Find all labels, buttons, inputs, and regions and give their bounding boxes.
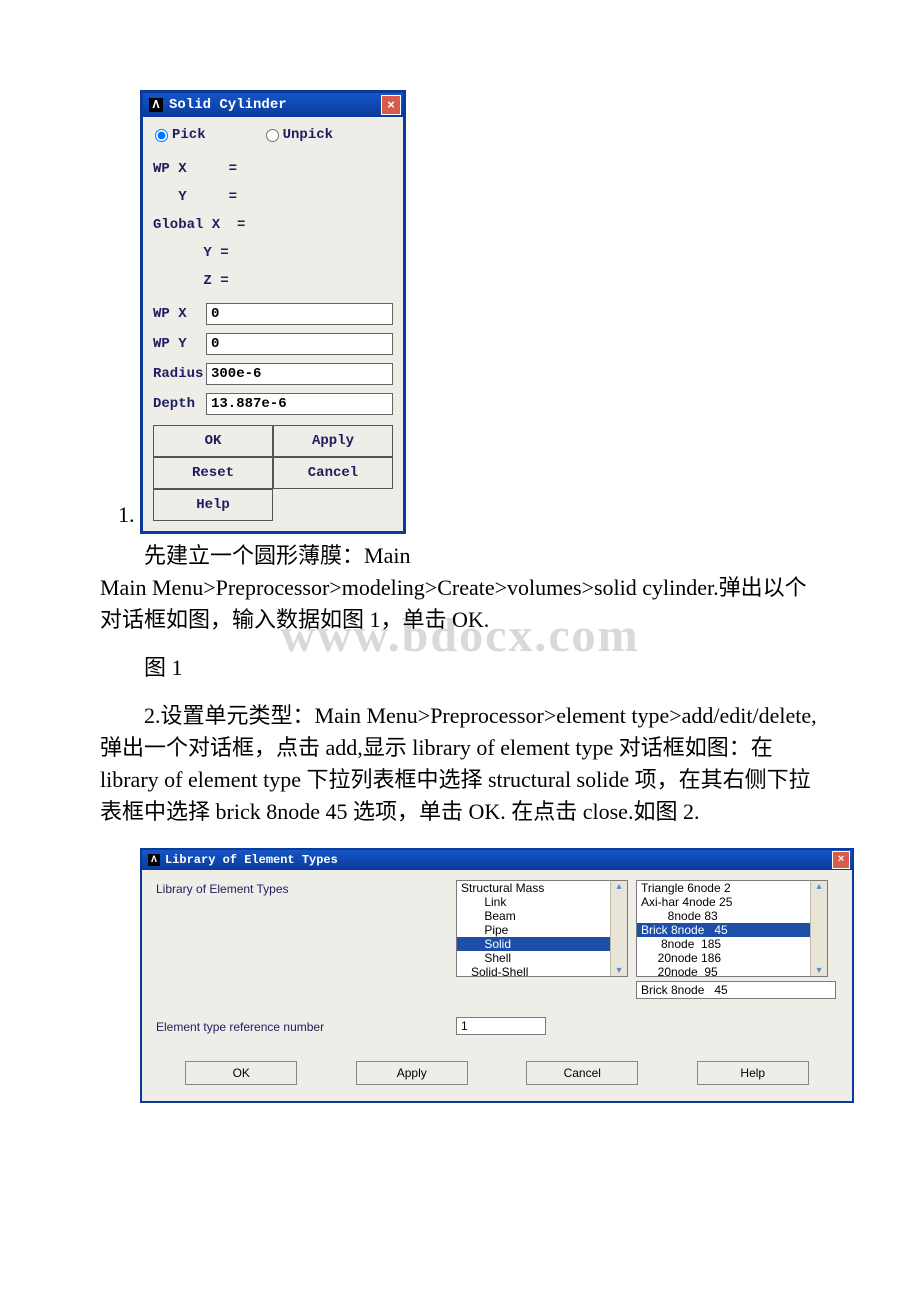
list-item[interactable]: Shell [457,951,627,965]
dialog2-titlebar: Λ Library of Element Types × [142,850,852,870]
dialog-solid-cylinder: Λ Solid Cylinder × Pick Unpick WP X [140,90,406,534]
dialog1-title: Solid Cylinder [169,97,287,113]
ok-button[interactable]: OK [185,1061,297,1085]
list-item[interactable]: Beam [457,909,627,923]
wpy-input[interactable] [206,333,393,355]
cancel-button[interactable]: Cancel [526,1061,638,1085]
ref-number-label: Element type reference number [156,1018,456,1034]
wpx-input[interactable] [206,303,393,325]
library-label: Library of Element Types [156,880,456,896]
dialog2-title: Library of Element Types [165,853,338,867]
para2-head: 2.设置单元类型： [144,703,315,728]
unpick-radio-label: Unpick [283,127,333,143]
wpx-label: WP X [153,306,206,322]
dialog-library-element-types: Λ Library of Element Types × Library of … [140,848,854,1103]
radius-input[interactable] [206,363,393,385]
depth-label: Depth [153,396,206,412]
close-icon[interactable]: × [832,851,850,869]
coord-wpx: WP X = [153,155,393,183]
para1-intro: 先建立一个圆形薄膜： [144,543,364,568]
ansys-logo-icon: Λ [148,854,160,866]
coord-wpy: Y = [153,183,393,211]
unpick-radio[interactable]: Unpick [266,127,333,143]
cancel-button[interactable]: Cancel [273,457,393,489]
list-item[interactable]: 8node 185 [637,937,827,951]
list-item[interactable]: Axi-har 4node 25 [637,895,827,909]
pick-radio-label: Pick [172,127,206,143]
unpick-radio-input[interactable] [266,129,279,142]
scrollbar[interactable]: ▴▾ [610,881,627,976]
list-item[interactable]: 8node 83 [637,909,827,923]
para1-menu-path2: Main Menu>Preprocessor>modeling>Create>v… [100,575,719,600]
radius-label: Radius [153,366,206,382]
figure1-number: 1. [118,502,135,528]
scroll-up-icon[interactable]: ▴ [816,881,821,892]
para2-tail: 弹出一个对话框，点击 add,显示 library of element typ… [100,735,811,824]
help-button[interactable]: Help [697,1061,809,1085]
help-button[interactable]: Help [153,489,273,521]
apply-button[interactable]: Apply [356,1061,468,1085]
list-item[interactable]: Structural Mass [457,881,627,895]
pick-radio[interactable]: Pick [155,127,206,143]
close-icon[interactable]: × [381,95,401,115]
ansys-logo-icon: Λ [149,98,163,112]
list-item[interactable]: Solid-Shell [457,965,627,977]
category-listbox[interactable]: Structural Mass Link Beam Pipe Solid She… [456,880,628,977]
scroll-down-icon[interactable]: ▾ [616,965,621,976]
apply-button[interactable]: Apply [273,425,393,457]
ref-number-input[interactable] [456,1017,546,1035]
scrollbar[interactable]: ▴▾ [810,881,827,976]
list-item[interactable]: Triangle 6node 2 [637,881,827,895]
para1-menu-path: Main [364,543,410,568]
figure1-caption: 图 1 [100,652,820,684]
coord-gx: Global X = [153,211,393,239]
coord-gy: Y = [153,239,393,267]
wpy-label: WP Y [153,336,206,352]
list-item[interactable]: 20node 186 [637,951,827,965]
scroll-up-icon[interactable]: ▴ [616,881,621,892]
coord-gz: Z = [153,267,393,295]
element-listbox[interactable]: Triangle 6node 2Axi-har 4node 25 8node 8… [636,880,828,977]
scroll-down-icon[interactable]: ▾ [816,965,821,976]
coord-readout: WP X = Y = Global X = Y = Z = [153,155,393,295]
list-item[interactable]: 20node 95 [637,965,827,977]
reset-button[interactable]: Reset [153,457,273,489]
para2-menu-path: Main Menu>Preprocessor>element type>add/… [315,703,817,728]
depth-input[interactable] [206,393,393,415]
pick-radio-input[interactable] [155,129,168,142]
list-item[interactable]: Solid [457,937,627,951]
list-item[interactable]: Link [457,895,627,909]
list-item[interactable]: Pipe [457,923,627,937]
ok-button[interactable]: OK [153,425,273,457]
list-item[interactable]: Brick 8node 45 [637,923,827,937]
selected-element-input[interactable] [636,981,836,999]
dialog1-titlebar: Λ Solid Cylinder × [143,93,403,117]
